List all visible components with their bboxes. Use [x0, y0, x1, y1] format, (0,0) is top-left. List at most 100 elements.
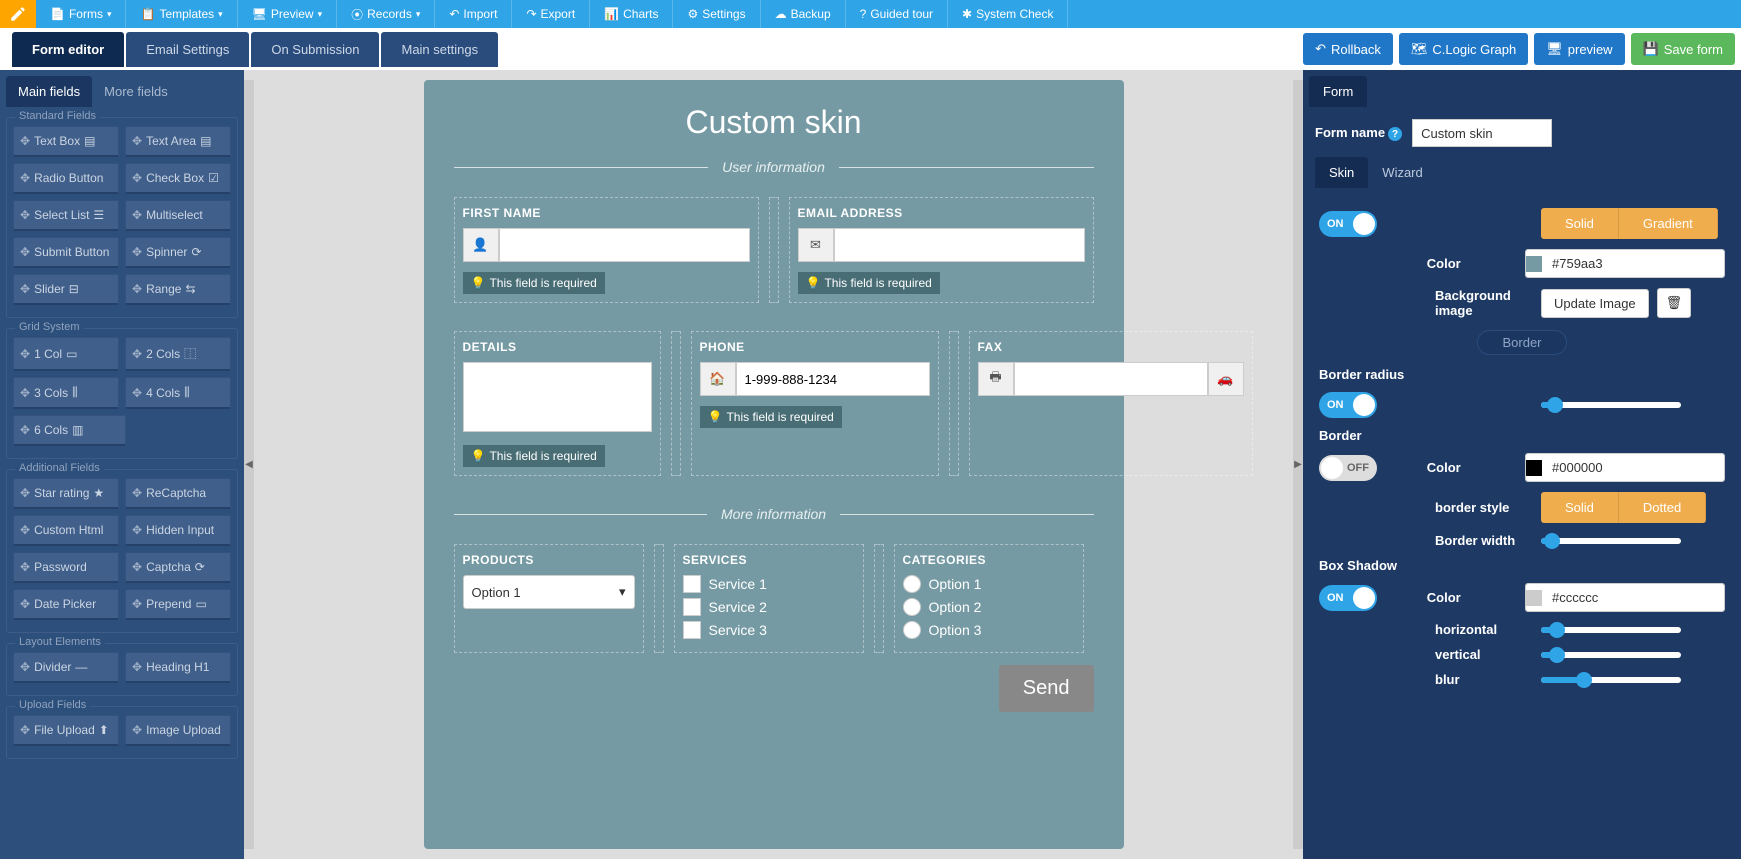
field-star-rating[interactable]: ✥Star rating ★ — [13, 478, 119, 509]
menu-preview[interactable]: 🖥 Preview▾ — [238, 0, 337, 28]
category-3[interactable]: Option 3 — [903, 621, 1075, 639]
category-1[interactable]: Option 1 — [903, 575, 1075, 593]
field-6cols[interactable]: ✥6 Cols ▥ — [13, 415, 126, 446]
bg-gradient-button[interactable]: Gradient — [1619, 208, 1718, 239]
shadow-h-slider[interactable] — [1541, 627, 1681, 633]
drop-slot[interactable] — [874, 544, 884, 653]
update-image-button[interactable]: Update Image — [1541, 289, 1649, 318]
border-solid-button[interactable]: Solid — [1541, 492, 1619, 523]
bg-color-input[interactable] — [1525, 249, 1725, 278]
field-range[interactable]: ✥Range ⇆ — [125, 274, 231, 305]
inner-tab-skin[interactable]: Skin — [1315, 157, 1368, 188]
field-prepend[interactable]: ✥Prepend ▭ — [125, 589, 231, 620]
box-shadow-toggle[interactable]: ON — [1319, 585, 1377, 611]
preview-button[interactable]: 🖥preview — [1534, 33, 1624, 65]
shadow-blur-slider[interactable] — [1541, 677, 1681, 683]
field-email[interactable]: EMAIL ADDRESS ✉ 💡This field is required — [789, 197, 1094, 303]
border-toggle[interactable]: OFF — [1319, 455, 1377, 481]
service-1[interactable]: Service 1 — [683, 575, 855, 593]
field-checkbox[interactable]: ✥Check Box ☑ — [125, 163, 231, 194]
rollback-button[interactable]: ↶Rollback — [1303, 33, 1393, 65]
phone-input[interactable] — [736, 362, 930, 396]
field-3cols[interactable]: ✥3 Cols ⫼ — [13, 377, 119, 409]
field-phone[interactable]: PHONE 🏠 💡This field is required — [691, 331, 939, 476]
menu-guided-tour[interactable]: ? Guided tour — [846, 0, 948, 28]
shadow-color-input[interactable] — [1525, 583, 1725, 612]
field-fax[interactable]: FAX 🖶 🚗 — [969, 331, 1253, 476]
drop-slot[interactable] — [769, 197, 779, 303]
tab-on-submission[interactable]: On Submission — [251, 32, 379, 67]
drop-slot[interactable] — [949, 331, 959, 476]
field-multiselect[interactable]: ✥Multiselect — [125, 200, 231, 231]
menu-templates[interactable]: 📋 Templates▾ — [126, 0, 237, 28]
clogic-graph-button[interactable]: 🗺C.Logic Graph — [1399, 33, 1528, 65]
bg-toggle[interactable]: ON — [1319, 211, 1377, 237]
menu-backup[interactable]: ☁ Backup — [761, 0, 846, 28]
menu-system-check[interactable]: ✱ System Check — [948, 0, 1068, 28]
field-services[interactable]: SERVICES Service 1 Service 2 Service 3 — [674, 544, 864, 653]
menu-charts[interactable]: 📊 Charts — [590, 0, 673, 28]
field-image-upload[interactable]: ✥Image Upload — [125, 715, 231, 746]
field-file-upload[interactable]: ✥File Upload ⬆ — [13, 715, 119, 746]
menu-records[interactable]: ⦿ Records▾ — [337, 0, 435, 28]
field-divider[interactable]: ✥Divider — — [13, 652, 119, 683]
field-first-name[interactable]: FIRST NAME 👤 💡This field is required — [454, 197, 759, 303]
tab-main-settings[interactable]: Main settings — [381, 32, 498, 67]
field-2cols[interactable]: ✥2 Cols ⿰ — [125, 337, 231, 371]
first-name-input[interactable] — [499, 228, 750, 262]
field-1col[interactable]: ✥1 Col ▭ — [13, 337, 119, 371]
service-3[interactable]: Service 3 — [683, 621, 855, 639]
menu-forms[interactable]: 📄 Forms▾ — [36, 0, 126, 28]
save-form-button[interactable]: 💾Save form — [1631, 33, 1735, 65]
field-select[interactable]: ✥Select List ☰ — [13, 200, 119, 231]
menu-export[interactable]: ↷ Export — [512, 0, 590, 28]
collapse-left-icon[interactable]: ◀ — [244, 80, 254, 849]
field-heading[interactable]: ✥Heading H1 — [125, 652, 231, 683]
shadow-v-slider[interactable] — [1541, 652, 1681, 658]
send-button[interactable]: Send — [999, 665, 1094, 712]
delete-image-button[interactable]: 🗑 — [1657, 288, 1692, 318]
field-submit[interactable]: ✥Submit Button — [13, 237, 119, 268]
border-radius-toggle[interactable]: ON — [1319, 392, 1377, 418]
field-text-box[interactable]: ✥Text Box ▤ — [13, 126, 119, 157]
form-name-input[interactable] — [1412, 119, 1552, 147]
tab-email-settings[interactable]: Email Settings — [126, 32, 249, 67]
collapse-right-icon[interactable]: ▶ — [1293, 80, 1303, 849]
help-icon[interactable]: ? — [1388, 127, 1402, 141]
border-width-slider[interactable] — [1541, 538, 1681, 544]
app-logo-icon[interactable] — [0, 0, 36, 28]
fax-input[interactable] — [1014, 362, 1208, 396]
service-2[interactable]: Service 2 — [683, 598, 855, 616]
field-text-area[interactable]: ✥Text Area ▤ — [125, 126, 231, 157]
products-select[interactable]: Option 1▾ — [463, 575, 635, 609]
tab-form-editor[interactable]: Form editor — [12, 32, 124, 67]
menu-settings[interactable]: ⚙ Settings — [673, 0, 760, 28]
field-password[interactable]: ✥Password — [13, 552, 119, 583]
field-slider[interactable]: ✥Slider ⊟ — [13, 274, 119, 305]
bg-solid-button[interactable]: Solid — [1541, 208, 1619, 239]
details-input[interactable] — [463, 362, 652, 432]
field-recaptcha[interactable]: ✥ReCaptcha — [125, 478, 231, 509]
palette-tab-main[interactable]: Main fields — [6, 76, 92, 107]
field-date-picker[interactable]: ✥Date Picker — [13, 589, 119, 620]
field-hidden-input[interactable]: ✥Hidden Input — [125, 515, 231, 546]
field-details[interactable]: DETAILS 💡This field is required — [454, 331, 661, 476]
drop-slot[interactable] — [671, 331, 681, 476]
field-products[interactable]: PRODUCTS Option 1▾ — [454, 544, 644, 653]
email-input[interactable] — [834, 228, 1085, 262]
field-custom-html[interactable]: ✥Custom Html — [13, 515, 119, 546]
field-captcha[interactable]: ✥Captcha ⟳ — [125, 552, 231, 583]
right-tab-form[interactable]: Form — [1309, 76, 1367, 107]
border-color-input[interactable] — [1525, 453, 1725, 482]
menu-import[interactable]: ↶ Import — [435, 0, 512, 28]
field-spinner[interactable]: ✥Spinner ⟳ — [125, 237, 231, 268]
category-2[interactable]: Option 2 — [903, 598, 1075, 616]
field-4cols[interactable]: ✥4 Cols ⫼ — [125, 377, 231, 409]
drop-slot[interactable] — [654, 544, 664, 653]
form-preview-surface[interactable]: Custom skin User information FIRST NAME … — [424, 80, 1124, 849]
field-categories[interactable]: CATEGORIES Option 1 Option 2 Option 3 — [894, 544, 1084, 653]
inner-tab-wizard[interactable]: Wizard — [1368, 157, 1436, 188]
field-radio[interactable]: ✥Radio Button — [13, 163, 119, 194]
border-dotted-button[interactable]: Dotted — [1619, 492, 1706, 523]
border-radius-slider[interactable] — [1541, 402, 1681, 408]
